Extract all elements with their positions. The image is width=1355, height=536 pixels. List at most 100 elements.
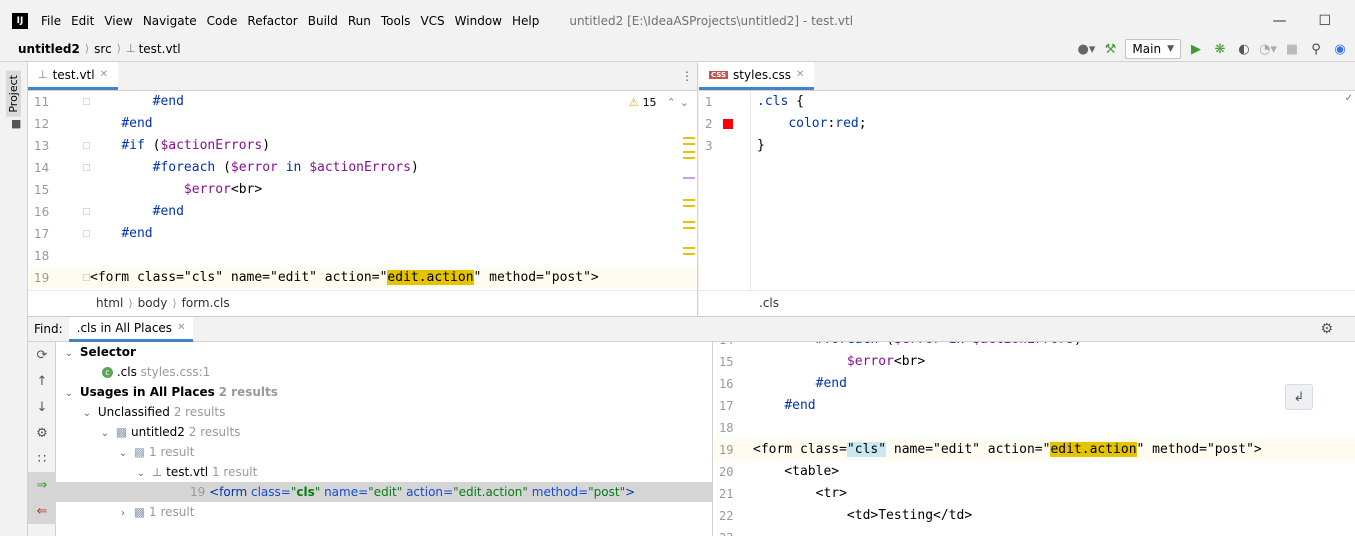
menu-window[interactable]: Window [450, 10, 507, 32]
chevron-down-icon[interactable]: ⌄ [98, 424, 112, 444]
breadcrumb-body[interactable]: body [138, 296, 168, 310]
code-line: #end [152, 94, 184, 109]
fold-marker-icon[interactable]: □ [72, 267, 91, 289]
chevron-down-icon[interactable]: ⌄ [134, 464, 148, 484]
node-count: 2 results [188, 425, 241, 439]
nav-folder[interactable]: src [94, 42, 112, 56]
breadcrumb-form[interactable]: form.cls [182, 296, 230, 310]
build-hammer-icon[interactable]: ⚒ [1101, 40, 1119, 58]
arrow-up-icon[interactable]: ↑ [28, 368, 56, 394]
menu-edit[interactable]: Edit [66, 10, 99, 32]
search-icon[interactable]: ⚲ [1307, 40, 1325, 58]
tree-node-file[interactable]: ⌄ ⊥ test.vtl 1 result [56, 462, 712, 482]
css-code-area[interactable]: .cls { color:red; } [751, 91, 1355, 290]
more-options-icon[interactable]: ⋮ [677, 62, 697, 90]
fold-marker-icon[interactable]: □ [72, 157, 91, 179]
breadcrumb-cls[interactable]: .cls [759, 296, 779, 310]
menu-run[interactable]: Run [343, 10, 376, 32]
line-number: 2 [705, 117, 713, 131]
node-label: Selector [79, 345, 136, 359]
breadcrumb-html[interactable]: html [96, 296, 123, 310]
menu-navigate[interactable]: Navigate [138, 10, 202, 32]
tab-test-vtl[interactable]: ⊥ test.vtl ✕ [28, 62, 118, 90]
line-number: 3 [705, 139, 713, 153]
chevron-down-icon[interactable]: ⌄ [62, 384, 76, 404]
line-number: 18 [34, 249, 50, 263]
menu-vcs[interactable]: VCS [415, 10, 449, 32]
chevron-down-icon[interactable]: ⌄ [62, 344, 76, 364]
coverage-icon[interactable]: ◐ [1235, 40, 1253, 58]
stop-icon[interactable]: ■ [1283, 40, 1301, 58]
minimize-icon[interactable]: — [1272, 13, 1286, 29]
group-by-icon[interactable]: ∷ [28, 446, 56, 472]
find-results-tree[interactable]: ⌄ Selector c .cls styles.css:1 ⌄ Usages … [56, 342, 712, 536]
menu-help[interactable]: Help [507, 10, 544, 32]
settings-icon[interactable]: ⚙ [28, 420, 56, 446]
project-tool-window-button[interactable]: Project [6, 71, 21, 117]
run-configuration-select[interactable]: Main ▼ [1125, 39, 1181, 59]
close-icon[interactable]: ✕ [177, 322, 185, 333]
rerun-icon[interactable]: ⟳ [28, 342, 56, 368]
preview-line: 21 <tr> [713, 483, 1355, 505]
menu-view[interactable]: View [99, 10, 137, 32]
warning-icon: ⚠ [628, 95, 639, 109]
preview-line: 20 <table> [713, 461, 1355, 483]
fold-marker-icon[interactable]: □ [72, 91, 91, 113]
close-icon[interactable]: ✕ [100, 69, 108, 80]
chevron-down-icon: ▼ [1167, 44, 1174, 54]
tree-node-usages[interactable]: ⌄ Usages in All Places 2 results [56, 382, 712, 402]
code-line: <form class="cls" name="edit" action="ed… [90, 267, 697, 289]
line-number: 21 [719, 487, 734, 501]
usage-preview[interactable]: 14 #foreach ($error in $actionErrors) 15… [712, 342, 1355, 536]
fold-marker-icon[interactable]: □ [72, 201, 91, 223]
run-icon[interactable]: ▶ [1187, 40, 1205, 58]
menu-refactor[interactable]: Refactor [242, 10, 302, 32]
autoscroll-from-source-icon[interactable]: ⇐ [28, 498, 56, 524]
user-icon[interactable]: ●▾ [1077, 40, 1095, 58]
debug-icon[interactable]: ❋ [1211, 40, 1229, 58]
close-icon[interactable]: ✕ [796, 69, 804, 80]
tree-node-module[interactable]: ⌄ ▩ untitled2 2 results [56, 422, 712, 442]
error-stripe[interactable] [683, 91, 697, 290]
find-toolbar: ⟳ ↑ ↓ ⚙ ∷ ⇒ ⇐ [28, 342, 56, 536]
tree-node-directory[interactable]: ⌄ ▩ 1 result [56, 442, 712, 462]
vtl-file-icon: ⊥ [151, 465, 163, 479]
soft-wrap-icon[interactable]: ↲ [1285, 384, 1313, 410]
autoscroll-to-source-icon[interactable]: ⇒ [28, 472, 56, 498]
profile-icon[interactable]: ◔▾ [1259, 40, 1277, 58]
line-number: 14 [34, 161, 50, 175]
tab-find-results[interactable]: .cls in All Places ✕ [68, 316, 194, 342]
tree-node-directory-2[interactable]: › ▩ 1 result [56, 502, 712, 522]
inspection-widget[interactable]: ⚠ 15 ⌃ ⌄ [629, 91, 689, 113]
arrow-down-icon[interactable]: ↓ [28, 394, 56, 420]
fold-marker-icon[interactable]: □ [72, 135, 91, 157]
tree-node-unclassified[interactable]: ⌄ Unclassified 2 results [56, 402, 712, 422]
warning-count: 15 [642, 95, 657, 109]
fold-marker-icon[interactable]: □ [72, 223, 91, 245]
chevron-down-icon[interactable]: ⌄ [80, 404, 94, 424]
nav-file[interactable]: test.vtl [139, 42, 181, 56]
chevron-down-icon[interactable]: ⌄ [116, 444, 130, 464]
color-swatch-icon[interactable] [722, 119, 733, 129]
node-count: 1 result [149, 505, 195, 519]
line-number: 15 [34, 183, 50, 197]
maximize-icon[interactable]: ☐ [1318, 13, 1331, 29]
tree-node-selector-item[interactable]: c .cls styles.css:1 [56, 362, 712, 382]
menu-tools[interactable]: Tools [376, 10, 416, 32]
window-title: untitled2 [E:\IdeaASProjects\untitled2] … [569, 14, 854, 28]
menu-file[interactable]: File [36, 10, 66, 32]
node-label: test.vtl [166, 465, 209, 479]
menu-code[interactable]: Code [202, 10, 243, 32]
tree-node-selector[interactable]: ⌄ Selector [56, 342, 712, 362]
chevron-right-icon[interactable]: › [116, 504, 130, 524]
code-area[interactable]: #end #end #if ($actionErrors) #foreach (… [90, 91, 697, 290]
usage-line-number: 19 [190, 485, 206, 499]
gear-icon[interactable]: ⚙ [1320, 321, 1333, 337]
nav-project[interactable]: untitled2 [18, 42, 80, 56]
chevron-up-icon[interactable]: ⌃ [667, 96, 676, 109]
tab-styles-css[interactable]: CSS styles.css ✕ [699, 62, 815, 90]
ide-update-icon[interactable]: ◉ [1331, 40, 1349, 58]
tree-node-usage[interactable]: 19 <form class="cls" name="edit" action=… [56, 482, 712, 502]
folder-icon[interactable]: ■ [11, 117, 21, 130]
menu-build[interactable]: Build [303, 10, 343, 32]
